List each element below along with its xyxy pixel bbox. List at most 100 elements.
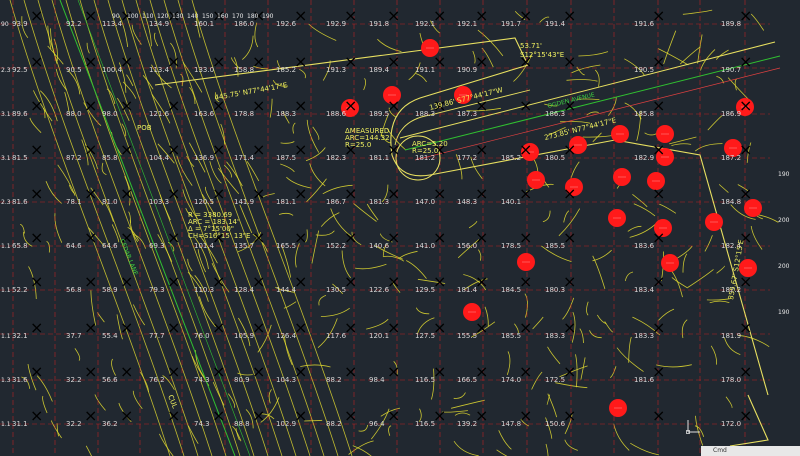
contour-stroke [724,337,741,355]
contour-stroke [355,263,387,270]
contour-stroke [239,204,253,234]
elevation-label: 98.4 [369,376,385,384]
contour-stroke [700,49,716,71]
elevation-label: 32.1 [12,332,28,340]
contour-stroke [532,316,544,330]
contour-stroke [180,73,184,87]
contour-stroke [47,45,64,65]
contour-stroke [363,78,366,91]
contour-stroke [278,212,294,216]
elevation-label: 192.9 [326,20,346,28]
contour-stroke [563,210,570,223]
contour-stroke [718,184,729,193]
elevation-label: 172.0 [721,420,741,428]
cross-mark: × [30,96,43,115]
top-ruler-label: 90 [112,13,120,20]
cross-mark: × [167,272,180,291]
cross-mark: × [84,228,97,247]
elevation-label: 190.5 [634,66,654,74]
row-edge-label: 90 [1,21,9,28]
contour-stroke [542,210,551,223]
spot-marker [705,213,723,231]
elevation-label: 190.9 [457,66,477,74]
elevation-label: 191.1 [415,66,435,74]
elevation-label: 171.4 [234,154,255,162]
row-edge-label: 2.3 [1,67,11,74]
elevation-label: 135.7 [234,242,254,250]
contour-stroke [254,22,259,48]
cross-mark: × [563,184,576,203]
spot-marker [613,168,631,186]
contour-stroke [306,178,327,203]
contour-stroke [268,389,272,404]
cross-mark: × [84,318,97,337]
elevation-label: 187.5 [276,154,296,162]
spot-marker [517,253,535,271]
annotation-curve-5: R=25.0 [412,147,438,155]
contour-stroke [97,312,105,323]
cross-mark: × [252,406,265,425]
elevation-label: 88.2 [326,420,342,428]
contour-stroke [358,424,369,432]
elevation-label: 147.0 [415,198,435,206]
contour-stroke [704,235,713,252]
contour-stroke [312,126,320,140]
elevation-label: 172.5 [545,376,565,384]
cross-mark: × [167,406,180,425]
elevation-label: 185.8 [634,110,654,118]
elevation-label: 152.2 [326,242,346,250]
top-ruler-label: 180 [247,13,259,20]
elevation-label: 116.5 [415,420,435,428]
cross-mark: × [652,184,665,203]
annotation-bearing-2: 53.71' [520,42,542,50]
elevation-label: 55.4 [102,332,118,340]
contour-stroke [111,224,120,243]
elevation-label: 184.8 [721,198,741,206]
elevation-label: 181.1 [276,198,296,206]
annotation-pob: POB [137,124,152,132]
elevation-label: 117.6 [326,332,347,340]
contour-stroke [709,300,730,304]
elevation-label: 187.2 [721,154,741,162]
spot-markers [341,39,762,417]
cross-mark: × [30,318,43,337]
row-edge-label: 3.1 [1,155,11,162]
cad-drawing-canvas[interactable]: × 93.9 × 92.2 × 113.4 × 134.9 × 160.1 × 186.0 × 192.6… [0,0,800,456]
elevation-label: 148.3 [457,198,477,206]
contour-stroke [453,440,479,456]
spot-marker [661,254,679,272]
elevation-label: 90.5 [66,66,82,74]
contour-stroke [659,203,677,214]
command-line[interactable]: Cmd [701,446,800,456]
contour-stroke [133,234,146,249]
elevation-label: 136.9 [194,154,214,162]
contour-stroke [633,203,656,217]
contour-stroke [734,78,738,91]
contour-stroke [592,255,606,290]
right-ruler-label: 190 [778,171,790,178]
elevation-label: 180.5 [545,154,565,162]
row-edge-label: 1.1 [1,333,11,340]
contour-stroke [153,32,159,47]
contour-stroke [682,9,713,15]
elevation-label: 104.3 [276,376,296,384]
contour-stroke [531,371,543,390]
cross-mark: × [30,272,43,291]
elevation-label: 186.7 [326,198,346,206]
top-ruler-label: 130 [172,13,184,20]
elevation-label: 126.4 [276,332,297,340]
elevation-label: 133.0 [194,66,214,74]
contour-stroke [415,307,430,315]
cross-mark: × [167,362,180,381]
elevation-label: 96.4 [369,420,385,428]
contour-stroke [187,258,193,272]
elevation-label: 129.5 [415,286,435,294]
row-edge-label: 2.3 [1,199,11,206]
elevation-label: 122.6 [369,286,390,294]
cross-mark: × [167,318,180,337]
elevation-label: 80.9 [234,376,250,384]
elevation-label: 65.8 [12,242,28,250]
ucs-icon [686,420,700,434]
spot-marker [608,209,626,227]
contour-stroke [586,111,599,116]
